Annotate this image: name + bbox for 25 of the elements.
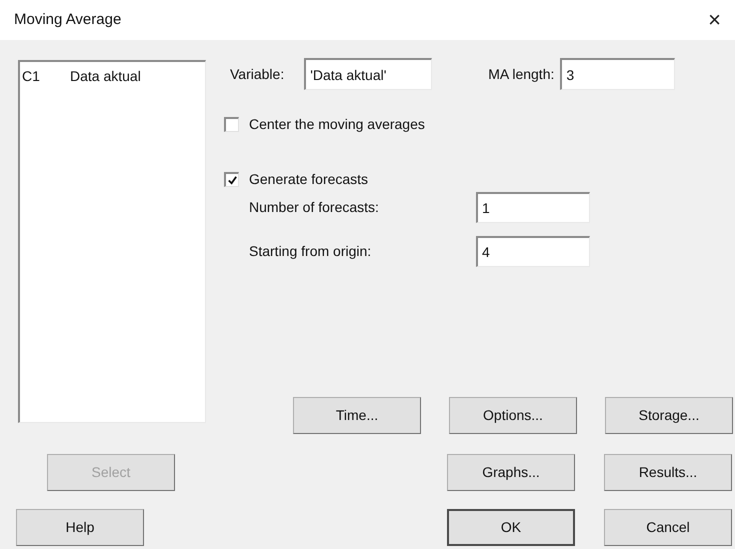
dialog-button[interactable]: Graphs...: [447, 454, 575, 491]
checkbox-label: Center the moving averages: [249, 115, 425, 134]
dialog-button[interactable]: OK: [447, 509, 575, 546]
dialog-button[interactable]: Help: [16, 509, 144, 546]
variable-field[interactable]: 'Data aktual': [304, 58, 432, 90]
dialog-button[interactable]: Options...: [449, 397, 577, 434]
number-of-forecasts-label: Number of forecasts:: [249, 198, 380, 217]
dialog-button[interactable]: Storage...: [605, 397, 733, 434]
variable-list[interactable]: C1 Data aktual: [18, 60, 206, 423]
starting-from-origin-field[interactable]: 4: [476, 236, 590, 267]
ma-length-label: MA length:: [488, 64, 554, 84]
checkbox[interactable]: [224, 172, 239, 187]
dialog-button[interactable]: Time...: [293, 397, 421, 434]
ma-length-field[interactable]: 3: [560, 58, 676, 90]
column-id: C1: [22, 67, 41, 86]
checkbox-label: Generate forecasts: [249, 170, 368, 189]
window-title: Moving Average: [14, 10, 122, 30]
dialog-button[interactable]: Results...: [604, 454, 732, 491]
column-name: Data aktual: [70, 67, 141, 86]
close-button[interactable]: ×: [704, 9, 725, 31]
variable-label: Variable:: [230, 64, 284, 84]
dialog-button[interactable]: Cancel: [604, 509, 732, 546]
checkbox[interactable]: [224, 117, 239, 132]
starting-from-origin-label: Starting from origin:: [249, 242, 372, 261]
number-of-forecasts-field[interactable]: 1: [476, 192, 590, 223]
